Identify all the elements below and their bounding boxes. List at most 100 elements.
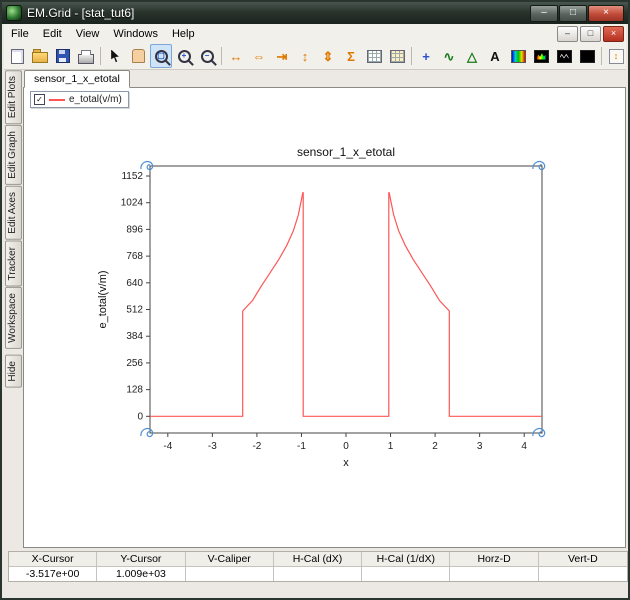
tab-sensor-1-x-etotal[interactable]: sensor_1_x_etotal: [24, 70, 130, 88]
status-value-cell: [539, 567, 627, 581]
svg-text:sensor_1_x_etotal: sensor_1_x_etotal: [297, 145, 395, 159]
close-button[interactable]: ×: [588, 4, 624, 22]
zoom-box-icon[interactable]: ▢: [150, 44, 172, 68]
waveform-icon[interactable]: [553, 44, 575, 68]
plot-workspace: ✓ e_total(v/m) -4 -3 -2 -1 0 1 2 3 4 0 128 256 384 51…: [23, 87, 626, 548]
status-header-row: X-Cursor Y-Cursor V-Caliper H-Cal (dX) H-Cal…: [9, 552, 627, 567]
menu-help[interactable]: Help: [165, 26, 202, 42]
status-bar: X-Cursor Y-Cursor V-Caliper H-Cal (dX) H-Cal…: [8, 551, 628, 582]
svg-text:4: 4: [521, 441, 527, 452]
app-window: EM.Grid - [stat_tut6] – □ × File Edit View…: [0, 0, 630, 600]
status-value-row: -3.517e+00 1.009e+03: [9, 567, 627, 581]
spectrogram-icon[interactable]: [530, 44, 552, 68]
chart-svg: -4 -3 -2 -1 0 1 2 3 4 0 128 256 384 512 640 768 896 1024 1…: [97, 145, 546, 469]
toolbar-separator: [601, 47, 602, 65]
menu-file[interactable]: File: [4, 26, 36, 42]
status-value-cell: -3.517e+00: [9, 567, 98, 581]
image-plot-icon[interactable]: [576, 44, 598, 68]
print-icon[interactable]: [75, 44, 97, 68]
svg-text:640: 640: [126, 278, 143, 289]
status-value-cell: [450, 567, 539, 581]
app-icon: [6, 5, 22, 21]
svg-text:512: 512: [126, 305, 143, 316]
legend-checkbox[interactable]: ✓: [34, 94, 45, 105]
table-icon[interactable]: [386, 44, 408, 68]
status-header-cell: X-Cursor: [9, 552, 98, 567]
svg-text:768: 768: [126, 251, 143, 262]
svg-text:1: 1: [388, 441, 394, 452]
sum-icon[interactable]: Σ: [340, 44, 362, 68]
mdi-close-button[interactable]: ×: [603, 25, 624, 42]
mdi-restore-button[interactable]: □: [580, 25, 601, 42]
toolbar: ▢+−↔⇔⇥↕⇕Σ+∿△A↕↔ ≡ Layout: [4, 43, 626, 70]
menu-bar: File Edit View Windows Help – □ ×: [4, 24, 626, 44]
new-file-icon[interactable]: [6, 44, 28, 68]
vertical-range-icon[interactable]: ↕: [605, 44, 626, 68]
pan-hand-icon[interactable]: [127, 44, 149, 68]
svg-text:1024: 1024: [121, 198, 144, 209]
sidebar-tabs: Edit Plots Edit Graph Edit Axes Tracker Work…: [5, 70, 22, 389]
status-value-cell: [362, 567, 451, 581]
svg-text:-2: -2: [252, 441, 261, 452]
sidebar-tab-hide[interactable]: Hide: [5, 355, 22, 388]
toolbar-separator: [100, 47, 101, 65]
chart[interactable]: -4 -3 -2 -1 0 1 2 3 4 0 128 256 384 512 640 768 896 1024 1…: [92, 136, 574, 498]
maximize-button[interactable]: □: [559, 4, 587, 22]
menu-windows[interactable]: Windows: [106, 26, 165, 42]
expand-horizontal-icon[interactable]: ↔: [225, 44, 247, 68]
status-header-cell: Y-Cursor: [97, 552, 186, 567]
sidebar-tab-edit-axes[interactable]: Edit Axes: [5, 186, 22, 240]
legend-box: ✓ e_total(v/m): [30, 91, 129, 108]
select-arrow-icon[interactable]: [104, 44, 126, 68]
menu-edit[interactable]: Edit: [36, 26, 69, 42]
title-bar: EM.Grid - [stat_tut6] – □ ×: [2, 2, 628, 24]
snap-horizontal-icon[interactable]: ⇥: [271, 44, 293, 68]
zoom-in-icon[interactable]: +: [173, 44, 195, 68]
status-header-cell: H-Cal (1/dX): [362, 552, 451, 567]
open-file-icon[interactable]: [29, 44, 51, 68]
autoscale-vertical-icon[interactable]: ⇕: [317, 44, 339, 68]
save-icon[interactable]: [52, 44, 74, 68]
minimize-button[interactable]: –: [530, 4, 558, 22]
legend-label: e_total(v/m): [69, 94, 122, 105]
add-marker-icon[interactable]: +: [415, 44, 437, 68]
svg-text:384: 384: [126, 331, 143, 342]
sidebar-tab-edit-graph[interactable]: Edit Graph: [5, 125, 22, 186]
text-label-icon[interactable]: A: [484, 44, 506, 68]
toolbar-separator: [221, 47, 222, 65]
status-header-cell: Horz-D: [450, 552, 539, 567]
svg-text:0: 0: [137, 411, 143, 422]
svg-text:256: 256: [126, 358, 143, 369]
status-value-cell: 1.009e+03: [97, 567, 186, 581]
svg-text:-4: -4: [163, 441, 172, 452]
svg-text:1152: 1152: [121, 171, 143, 182]
grid-icon[interactable]: [363, 44, 385, 68]
svg-text:2: 2: [432, 441, 438, 452]
autoscale-horizontal-icon[interactable]: ⇔: [248, 44, 270, 68]
zoom-out-icon[interactable]: −: [196, 44, 218, 68]
legend-line-swatch: [49, 98, 65, 101]
svg-text:0: 0: [343, 441, 349, 452]
sidebar-tab-edit-plots[interactable]: Edit Plots: [5, 70, 22, 125]
status-header-cell: V-Caliper: [185, 552, 274, 567]
slope-marker-icon[interactable]: △: [461, 44, 483, 68]
svg-text:e_total(v/m): e_total(v/m): [97, 270, 109, 328]
toolbar-separator: [411, 47, 412, 65]
expand-vertical-icon[interactable]: ↕: [294, 44, 316, 68]
status-header-cell: Vert-D: [538, 552, 627, 567]
svg-text:3: 3: [477, 441, 483, 452]
svg-text:x: x: [343, 457, 349, 469]
sidebar-tab-tracker[interactable]: Tracker: [5, 240, 22, 287]
svg-text:896: 896: [126, 224, 143, 235]
status-header-cell: H-Cal (dX): [273, 552, 363, 567]
colormap-icon[interactable]: [507, 44, 529, 68]
status-value-cell: [274, 567, 363, 581]
svg-text:128: 128: [126, 385, 143, 396]
sidebar-tab-workspace[interactable]: Workspace: [5, 287, 22, 350]
menu-items: File Edit View Windows Help: [4, 24, 202, 43]
status-value-cell: [186, 567, 274, 581]
menu-view[interactable]: View: [69, 26, 107, 42]
window-title: EM.Grid - [stat_tut6]: [27, 6, 135, 20]
curve-trace-icon[interactable]: ∿: [438, 44, 460, 68]
mdi-minimize-button[interactable]: –: [557, 25, 578, 42]
